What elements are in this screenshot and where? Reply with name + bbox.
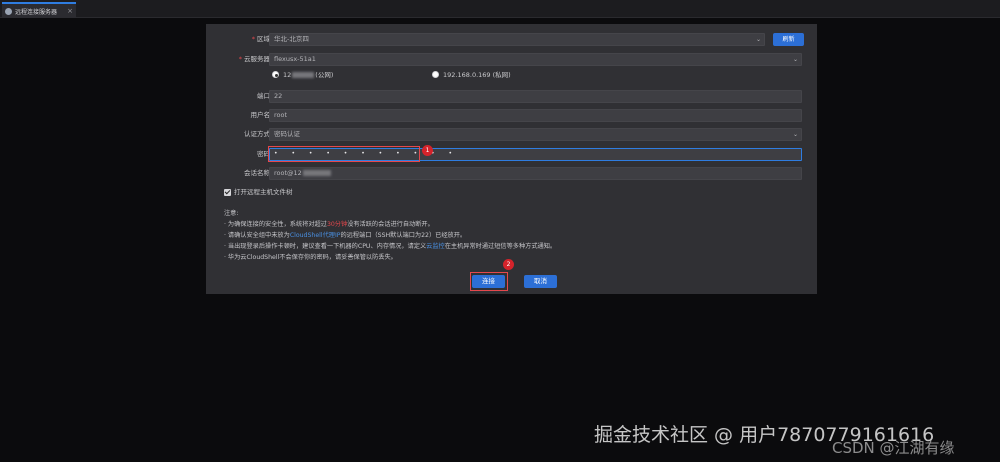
note-line-3: · 当出现登录后操作卡顿时，建议查看一下机器的CPU、内存情况，请定义云监控在主… xyxy=(224,243,557,250)
region-select[interactable]: 华北-北京四 ⌄ xyxy=(269,33,765,46)
open-filetree-label: 打开远程主机文件树 xyxy=(234,188,293,196)
ip-radio-group: 12 (公网) 192.168.0.169 (私网) xyxy=(272,70,792,80)
notes-title: 注意: xyxy=(224,210,239,217)
csdn-watermark: CSDN @江湖有缘 xyxy=(832,439,955,457)
note-line-2: · 请确认安全组中未放为CloudShell代理IP的远程端口（SSH默认端口为… xyxy=(224,232,467,239)
notes-section: 注意: · 为确保连接的安全性，系统将对超过30分钟没有活跃的会话进行自动断开。… xyxy=(224,208,784,263)
cloud-monitor-link[interactable]: 云监控 xyxy=(426,243,445,250)
step-1-badge: 1 xyxy=(422,145,433,156)
auth-label: 认证方式 xyxy=(244,130,270,138)
auth-row: 认证方式 密码认证 ⌄ xyxy=(206,128,817,141)
password-highlight-box: • • • • • • • • • • • xyxy=(268,146,452,162)
password-row: 密码 • • • • • • • • • • • 1 xyxy=(206,145,817,162)
session-input[interactable]: root@12 xyxy=(269,167,802,180)
open-filetree-checkbox[interactable] xyxy=(224,188,231,196)
username-input[interactable]: root xyxy=(269,109,802,122)
region-label: * 区域 xyxy=(251,35,270,43)
ip-public-radio[interactable] xyxy=(272,71,279,78)
remote-connect-dialog: * 区域 华北-北京四 ⌄ 刷新 * 云服务器 flexusx-51a1 ⌄ 12(… xyxy=(206,24,817,294)
cloudshell-proxy-link[interactable]: CloudShell代理IP xyxy=(290,232,341,239)
step-2-badge: 2 xyxy=(503,259,514,270)
cancel-button[interactable]: 取消 xyxy=(524,275,557,288)
auth-select[interactable]: 密码认证 ⌄ xyxy=(269,128,802,141)
refresh-button[interactable]: 刷新 xyxy=(773,33,804,46)
blurred-ip xyxy=(302,170,331,176)
server-label: * 云服务器 xyxy=(238,55,270,63)
server-row: * 云服务器 flexusx-51a1 ⌄ xyxy=(206,53,817,66)
chevron-down-icon: ⌄ xyxy=(792,56,798,63)
server-select[interactable]: flexusx-51a1 ⌄ xyxy=(269,53,802,66)
username-row: 用户名 root xyxy=(206,109,817,122)
chevron-down-icon: ⌄ xyxy=(792,131,798,138)
username-label: 用户名 xyxy=(250,111,271,119)
open-filetree-checkbox-row[interactable]: 打开远程主机文件树 xyxy=(224,187,293,197)
ip-private-text: 192.168.0.169 (私网) xyxy=(443,71,511,79)
chevron-down-icon: ⌄ xyxy=(755,36,761,43)
tab-label: 远程连接服务器 xyxy=(15,8,58,16)
note-line-1: · 为确保连接的安全性，系统将对超过30分钟没有活跃的会话进行自动断开。 xyxy=(224,221,434,228)
tab-bar: 远程连接服务器 × xyxy=(0,0,1000,18)
port-input[interactable]: 22 xyxy=(269,90,802,103)
region-row: * 区域 华北-北京四 ⌄ 刷新 xyxy=(206,33,817,46)
blurred-ip xyxy=(292,72,315,78)
ip-private-radio[interactable] xyxy=(432,71,439,78)
tab-remote-connect[interactable]: 远程连接服务器 × xyxy=(2,2,76,18)
cloud-icon xyxy=(5,7,12,15)
connect-button[interactable]: 连接 xyxy=(472,275,505,288)
port-row: 端口 22 xyxy=(206,90,817,103)
session-label: 会话名称 xyxy=(244,169,270,177)
session-row: 会话名称 root@12 xyxy=(206,167,817,180)
close-icon[interactable]: × xyxy=(67,7,73,15)
ip-public-text: 12 (公网) xyxy=(283,71,334,79)
